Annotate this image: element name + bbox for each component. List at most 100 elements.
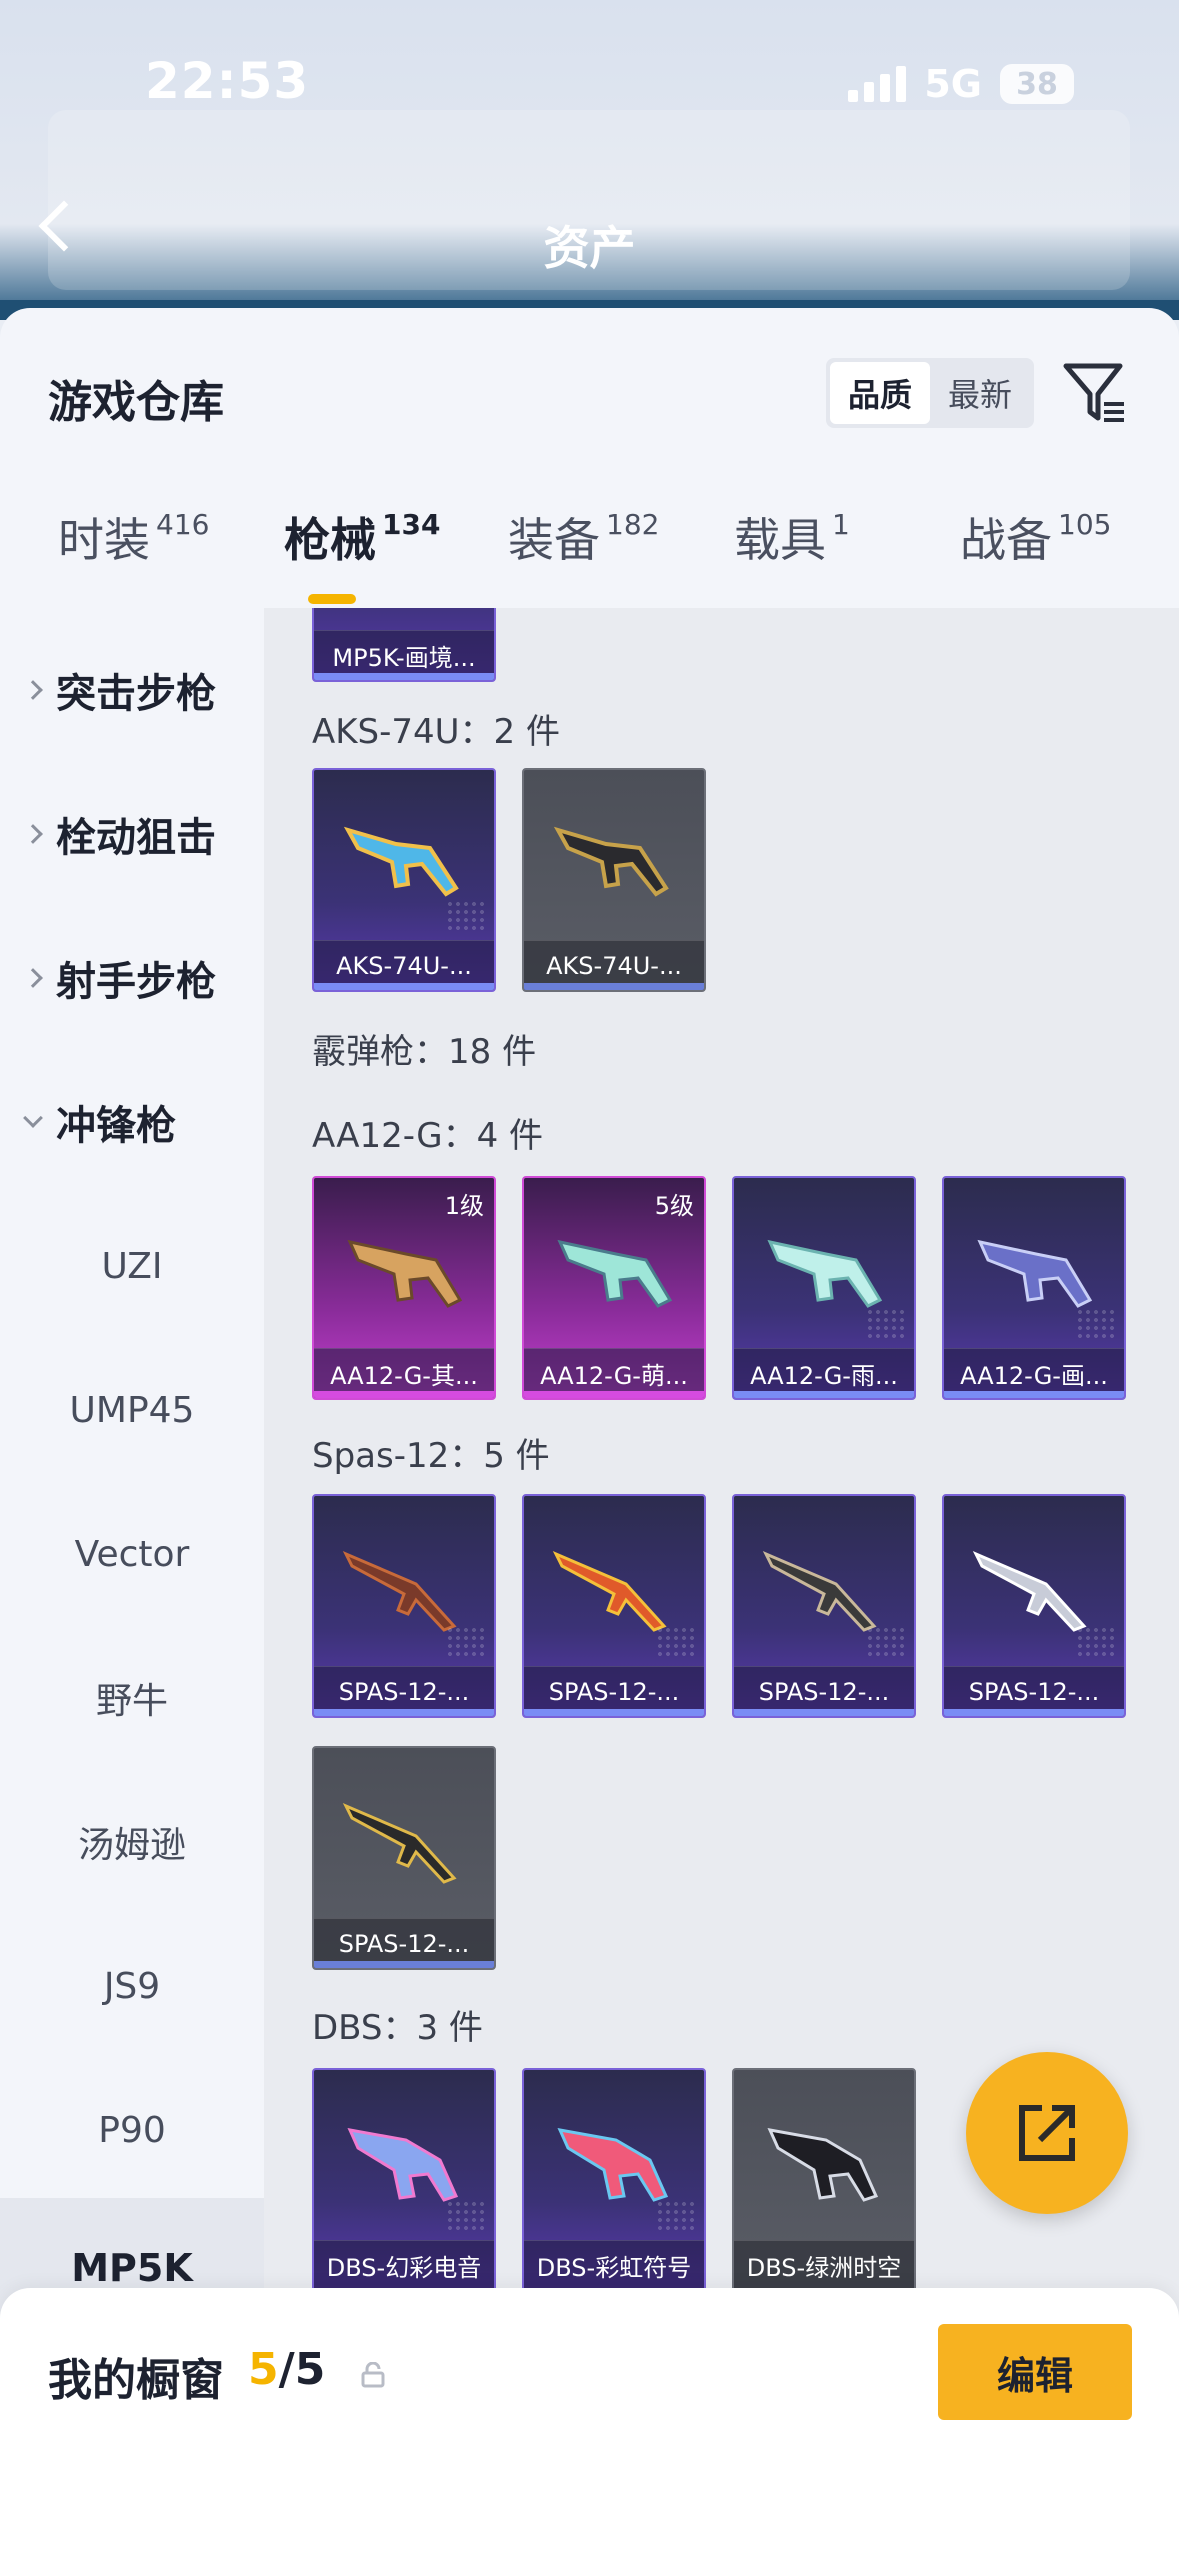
category-tabs: 时装 416 枪械 134 装备 182 载具 1 战备 105 bbox=[0, 504, 1179, 614]
rarity-bar bbox=[524, 1391, 704, 1398]
sidebar-item-label: 冲锋枪 bbox=[56, 1103, 176, 1149]
showcase-count: 5/5 bbox=[248, 2344, 325, 2395]
showcase-count-total: /5 bbox=[278, 2344, 326, 2395]
sidebar-subitem-bizon[interactable]: 野牛 bbox=[0, 1658, 264, 1738]
weapon-card-name: DBS-幻彩电音 bbox=[314, 2240, 494, 2290]
weapon-card[interactable]: SPAS-12-... bbox=[732, 1494, 916, 1718]
tab-label: 战备 bbox=[960, 513, 1052, 567]
weapon-card[interactable]: SPAS-12-... bbox=[942, 1494, 1126, 1718]
tab-fashion[interactable]: 时装 416 bbox=[58, 504, 209, 570]
weapon-card-name: DBS-绿洲时空 bbox=[734, 2240, 914, 2290]
tab-equipment[interactable]: 装备 182 bbox=[508, 504, 659, 570]
sidebar-subitem-uzi[interactable]: UZI bbox=[0, 1226, 264, 1306]
tab-count: 416 bbox=[156, 508, 210, 541]
weapon-card[interactable]: AKS-74U-... bbox=[522, 768, 706, 992]
sidebar-subitem-vector[interactable]: Vector bbox=[0, 1514, 264, 1594]
shotgun-icon bbox=[347, 1239, 463, 1308]
pattern-dots bbox=[656, 1626, 696, 1656]
showcase-label: 我的橱窗 bbox=[48, 2355, 224, 2406]
shotgun-icon bbox=[557, 1239, 673, 1308]
chevron-right-icon bbox=[23, 968, 43, 988]
rarity-bar bbox=[314, 1709, 494, 1716]
edit-button[interactable]: 编辑 bbox=[938, 2324, 1132, 2420]
battery-icon: 38 bbox=[1000, 64, 1074, 104]
tab-label: 时装 bbox=[58, 513, 150, 567]
chevron-right-icon bbox=[23, 680, 43, 700]
share-button[interactable] bbox=[966, 2052, 1128, 2214]
rarity-bar bbox=[314, 1961, 494, 1968]
chevron-down-icon bbox=[23, 1108, 43, 1128]
weapon-card[interactable]: 1级 AA12-G-其... bbox=[312, 1176, 496, 1400]
pattern-dots bbox=[866, 1308, 906, 1338]
group-title-aks74u: AKS-74U：2 件 bbox=[312, 712, 560, 752]
tab-count: 1 bbox=[832, 508, 850, 541]
weapon-card[interactable]: SPAS-12-... bbox=[312, 1746, 496, 1970]
weapon-card[interactable]: SPAS-12-... bbox=[522, 1494, 706, 1718]
sidebar-subitem-js9[interactable]: JS9 bbox=[0, 1946, 264, 2026]
weapon-card[interactable]: SPAS-12-... bbox=[312, 1494, 496, 1718]
sidebar-item-label: 射手步枪 bbox=[56, 959, 216, 1005]
sort-option-quality[interactable]: 品质 bbox=[830, 362, 930, 424]
weapon-card[interactable]: AA12-G-画... bbox=[942, 1176, 1126, 1400]
weapon-card[interactable]: AA12-G-雨... bbox=[732, 1176, 916, 1400]
showcase-bar: 我的橱窗 5/5 编辑 bbox=[0, 2288, 1179, 2556]
group-title-dbs: DBS：3 件 bbox=[312, 2008, 483, 2048]
sidebar-item-smg[interactable]: 冲锋枪 bbox=[0, 1082, 264, 1162]
pattern-dots bbox=[656, 2200, 696, 2230]
weapon-card[interactable]: MP5K-画境... bbox=[312, 608, 496, 682]
share-icon bbox=[1019, 2105, 1075, 2161]
weapon-card[interactable]: DBS-彩虹符号 bbox=[522, 2068, 706, 2292]
weapon-card[interactable]: AKS-74U-... bbox=[312, 768, 496, 992]
rarity-bar bbox=[314, 983, 494, 990]
rarity-bar bbox=[314, 1391, 494, 1398]
rarity-bar bbox=[944, 1391, 1124, 1398]
sort-option-latest[interactable]: 最新 bbox=[930, 362, 1030, 424]
weapon-card[interactable]: DBS-绿洲时空 bbox=[732, 2068, 916, 2292]
shotgun-icon bbox=[767, 2128, 879, 2202]
tab-guns[interactable]: 枪械 134 bbox=[284, 504, 440, 570]
pattern-dots bbox=[446, 1626, 486, 1656]
sidebar-item-label: 栓动狙击 bbox=[56, 815, 216, 861]
filter-icon[interactable] bbox=[1062, 358, 1128, 428]
weapon-card[interactable]: 5级 AA12-G-萌... bbox=[522, 1176, 706, 1400]
warehouse-title: 游戏仓库 bbox=[48, 377, 224, 428]
tab-label: 载具 bbox=[734, 513, 826, 567]
shotgun-icon bbox=[342, 1803, 457, 1884]
sidebar-item-label: 突击步枪 bbox=[56, 671, 216, 717]
rarity-bar bbox=[944, 1709, 1124, 1716]
status-indicators: 5G 38 bbox=[848, 62, 1074, 106]
sidebar-subitem-ump45[interactable]: UMP45 bbox=[0, 1370, 264, 1450]
sidebar-item-marksman-rifle[interactable]: 射手步枪 bbox=[0, 938, 264, 1018]
sidebar-item-assault-rifle[interactable]: 突击步枪 bbox=[0, 650, 264, 730]
rarity-bar bbox=[314, 673, 494, 680]
rarity-bar bbox=[524, 983, 704, 990]
signal-icon bbox=[848, 66, 907, 102]
sidebar-subitem-thompson[interactable]: 汤姆逊 bbox=[0, 1802, 264, 1882]
tab-count: 134 bbox=[382, 508, 441, 541]
tab-label: 装备 bbox=[508, 513, 600, 567]
pattern-dots bbox=[1076, 1308, 1116, 1338]
tab-count: 182 bbox=[606, 508, 660, 541]
network-type: 5G bbox=[924, 62, 982, 106]
weapon-card[interactable]: DBS-幻彩电音 bbox=[312, 2068, 496, 2292]
rarity-bar bbox=[734, 1709, 914, 1716]
sidebar-subitem-p90[interactable]: P90 bbox=[0, 2090, 264, 2170]
chevron-right-icon bbox=[23, 824, 43, 844]
tab-vehicles[interactable]: 载具 1 bbox=[734, 504, 850, 570]
sidebar-item-bolt-sniper[interactable]: 栓动狙击 bbox=[0, 794, 264, 874]
weapon-card-name: DBS-彩虹符号 bbox=[524, 2240, 704, 2290]
showcase-count-current: 5 bbox=[248, 2344, 279, 2395]
group-title-spas12: Spas-12：5 件 bbox=[312, 1436, 550, 1476]
group-title-shotgun: 霰弹枪：18 件 bbox=[312, 1032, 537, 1072]
rarity-bar bbox=[734, 1391, 914, 1398]
warehouse-sheet: 游戏仓库 品质 最新 时装 416 枪械 134 装备 182 载具 1 战备 105 突… bbox=[0, 308, 1179, 2556]
pattern-dots bbox=[446, 2200, 486, 2230]
sort-toggle: 品质 最新 bbox=[826, 358, 1034, 428]
group-title-aa12g: AA12-G：4 件 bbox=[312, 1116, 544, 1156]
pattern-dots bbox=[866, 1626, 906, 1656]
page-title: 资产 bbox=[543, 221, 636, 275]
pattern-dots bbox=[1076, 1626, 1116, 1656]
rarity-bar bbox=[524, 1709, 704, 1716]
tab-label: 枪械 bbox=[284, 513, 376, 567]
tab-supplies[interactable]: 战备 105 bbox=[960, 504, 1111, 570]
